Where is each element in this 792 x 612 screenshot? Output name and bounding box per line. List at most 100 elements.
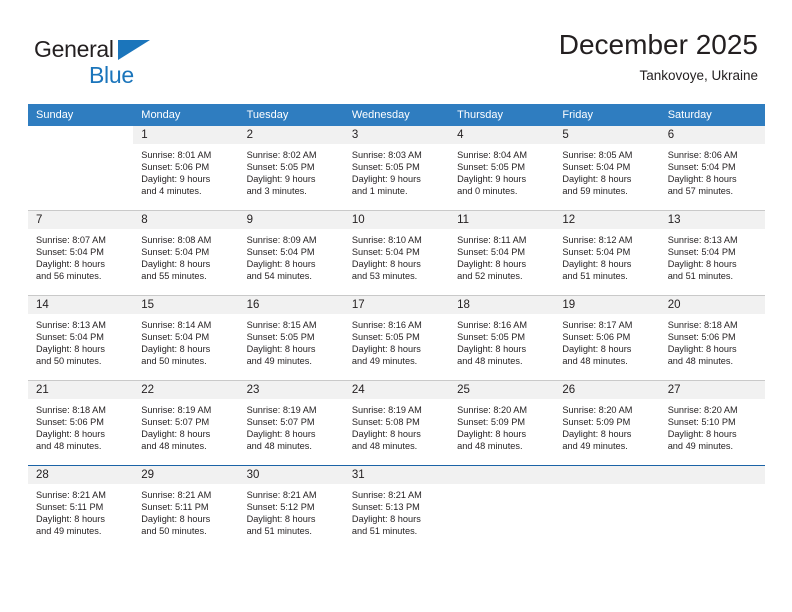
day-number (659, 466, 765, 484)
sun-times-line: Sunrise: 8:16 AM (457, 320, 528, 330)
calendar-day-cell[interactable]: 31 Sunrise: 8:21 AM Sunset: 5:13 PM Dayligh… (343, 465, 450, 550)
sun-times-line: Sunset: 5:13 PM (351, 502, 420, 513)
sun-times-line: Sunrise: 8:18 AM (36, 405, 106, 415)
calendar-day-cell[interactable]: 27 Sunrise: 8:20 AM Sunset: 5:10 PM Dayligh… (659, 380, 765, 466)
calendar-body: 1 Sunrise: 8:01 AM Sunset: 5:06 PM Daylight… (28, 126, 765, 550)
sun-times-line: and 57 minutes. (667, 186, 734, 197)
sun-times-block: Sunrise: 8:04 AM Sunset: 5:05 PM Daylight:… (449, 144, 554, 197)
calendar-day-cell[interactable]: 6 Sunrise: 8:06 AM Sunset: 5:04 PM Daylight… (659, 126, 765, 211)
sun-times-line: and 48 minutes. (351, 441, 418, 452)
day-number: 24 (343, 381, 450, 399)
calendar-day-cell[interactable]: 22 Sunrise: 8:19 AM Sunset: 5:07 PM Dayligh… (133, 380, 239, 466)
sun-times-line: Sunrise: 8:16 AM (351, 320, 422, 330)
sun-times-line: Sunrise: 8:04 AM (457, 150, 528, 160)
sun-times-line: Sunrise: 8:12 AM (562, 235, 633, 245)
location-subtitle: Tankovoye, Ukraine (639, 68, 758, 83)
sun-times-line: and 48 minutes. (562, 356, 628, 367)
sun-times-line: Daylight: 9 hours (246, 174, 316, 185)
sun-times-line: Sunset: 5:05 PM (246, 332, 315, 343)
weekday-header-friday: Friday (554, 104, 660, 126)
weekday-header-saturday: Saturday (659, 104, 765, 126)
calendar-day-cell[interactable]: 28 Sunrise: 8:21 AM Sunset: 5:11 PM Dayligh… (28, 465, 134, 550)
sun-times-line: and 48 minutes. (36, 441, 102, 452)
general-blue-logo[interactable]: General Blue (34, 36, 224, 94)
day-number: 16 (238, 296, 344, 314)
calendar-day-cell[interactable]: 9 Sunrise: 8:09 AM Sunset: 5:04 PM Daylight… (238, 210, 344, 296)
sun-times-line: Sunset: 5:06 PM (36, 417, 104, 428)
sun-times-line: Sunrise: 8:19 AM (246, 405, 317, 415)
calendar-day-cell[interactable]: 18 Sunrise: 8:16 AM Sunset: 5:05 PM Dayligh… (449, 295, 555, 381)
sun-times-block: Sunrise: 8:20 AM Sunset: 5:09 PM Daylight:… (449, 399, 554, 452)
calendar-week-row: 14 Sunrise: 8:13 AM Sunset: 5:04 PM Dayligh… (28, 295, 765, 381)
sun-times-line: Sunrise: 8:17 AM (562, 320, 633, 330)
sun-times-line: Sunset: 5:08 PM (351, 417, 420, 428)
sun-times-line: Sunrise: 8:21 AM (36, 490, 106, 500)
calendar-day-cell[interactable]: 1 Sunrise: 8:01 AM Sunset: 5:06 PM Daylight… (133, 126, 239, 211)
sun-times-line: Sunset: 5:06 PM (141, 162, 210, 173)
calendar-day-cell[interactable]: 15 Sunrise: 8:14 AM Sunset: 5:04 PM Dayligh… (133, 295, 239, 381)
sun-times-line: Sunset: 5:05 PM (351, 162, 420, 173)
sun-times-line: Sunrise: 8:03 AM (351, 150, 422, 160)
sun-times-line: Sunset: 5:04 PM (141, 247, 210, 258)
day-number: 21 (28, 381, 134, 399)
sun-times-line: Sunset: 5:12 PM (246, 502, 315, 513)
calendar-day-cell[interactable]: 12 Sunrise: 8:12 AM Sunset: 5:04 PM Dayligh… (554, 210, 660, 296)
sun-times-line: Sunset: 5:07 PM (141, 417, 210, 428)
sun-times-line: Daylight: 8 hours (351, 514, 421, 525)
sun-times-line: Sunrise: 8:13 AM (36, 320, 106, 330)
calendar-day-cell[interactable]: 25 Sunrise: 8:20 AM Sunset: 5:09 PM Dayligh… (449, 380, 555, 466)
calendar-day-cell[interactable]: 24 Sunrise: 8:19 AM Sunset: 5:08 PM Dayligh… (343, 380, 450, 466)
sun-times-block: Sunrise: 8:20 AM Sunset: 5:10 PM Daylight:… (660, 399, 765, 452)
sun-times-block: Sunrise: 8:01 AM Sunset: 5:06 PM Daylight:… (133, 144, 238, 197)
calendar-day-cell[interactable]: 7 Sunrise: 8:07 AM Sunset: 5:04 PM Daylight… (28, 210, 134, 296)
day-number: 7 (28, 211, 134, 229)
sun-times-block: Sunrise: 8:13 AM Sunset: 5:04 PM Daylight:… (660, 229, 765, 282)
day-number (449, 466, 555, 484)
calendar-day-cell[interactable]: 13 Sunrise: 8:13 AM Sunset: 5:04 PM Dayligh… (659, 210, 765, 296)
sun-times-block: Sunrise: 8:21 AM Sunset: 5:11 PM Daylight:… (28, 484, 133, 537)
sun-times-block: Sunrise: 8:21 AM Sunset: 5:12 PM Daylight:… (239, 484, 344, 537)
calendar-day-cell[interactable]: 20 Sunrise: 8:18 AM Sunset: 5:06 PM Dayligh… (659, 295, 765, 381)
day-number (554, 466, 660, 484)
day-number: 3 (343, 126, 450, 144)
calendar-day-cell[interactable]: 21 Sunrise: 8:18 AM Sunset: 5:06 PM Dayligh… (28, 380, 134, 466)
sun-times-line: Daylight: 8 hours (562, 429, 632, 440)
page-title: December 2025 (558, 29, 758, 60)
calendar-day-cell[interactable]: 3 Sunrise: 8:03 AM Sunset: 5:05 PM Daylight… (343, 126, 450, 211)
calendar-day-cell[interactable]: 16 Sunrise: 8:15 AM Sunset: 5:05 PM Dayligh… (238, 295, 344, 381)
weekday-header-thursday: Thursday (449, 104, 555, 126)
sun-times-line: and 56 minutes. (36, 271, 102, 282)
sun-times-line: and 50 minutes. (36, 356, 102, 367)
sun-times-line: Sunset: 5:05 PM (457, 162, 526, 173)
sun-times-line: Daylight: 8 hours (457, 429, 527, 440)
calendar-day-cell[interactable]: 8 Sunrise: 8:08 AM Sunset: 5:04 PM Daylight… (133, 210, 239, 296)
day-number: 30 (238, 466, 344, 484)
sun-times-block: Sunrise: 8:18 AM Sunset: 5:06 PM Daylight:… (28, 399, 133, 452)
sun-times-line: Sunset: 5:04 PM (351, 247, 420, 258)
calendar-day-cell[interactable]: 4 Sunrise: 8:04 AM Sunset: 5:05 PM Daylight… (449, 126, 555, 211)
day-number: 11 (449, 211, 555, 229)
day-number: 29 (133, 466, 239, 484)
calendar-day-cell[interactable]: 2 Sunrise: 8:02 AM Sunset: 5:05 PM Daylight… (238, 126, 344, 211)
calendar-day-cell[interactable]: 17 Sunrise: 8:16 AM Sunset: 5:05 PM Dayligh… (343, 295, 450, 381)
calendar-grid: Sunday Monday Tuesday Wednesday Thursday… (28, 104, 765, 550)
calendar-day-cell[interactable]: 30 Sunrise: 8:21 AM Sunset: 5:12 PM Dayligh… (238, 465, 344, 550)
sun-times-line: Daylight: 8 hours (351, 259, 421, 270)
sun-times-block: Sunrise: 8:14 AM Sunset: 5:04 PM Daylight:… (133, 314, 238, 367)
calendar-day-cell[interactable]: 10 Sunrise: 8:10 AM Sunset: 5:04 PM Dayligh… (343, 210, 450, 296)
sun-times-line: Sunset: 5:06 PM (667, 332, 736, 343)
sun-times-block: Sunrise: 8:16 AM Sunset: 5:05 PM Daylight:… (344, 314, 449, 367)
sun-times-line: and 50 minutes. (141, 356, 207, 367)
sun-times-line: Sunset: 5:04 PM (667, 162, 736, 173)
calendar-day-cell[interactable]: 29 Sunrise: 8:21 AM Sunset: 5:11 PM Dayligh… (133, 465, 239, 550)
calendar-day-cell[interactable]: 26 Sunrise: 8:20 AM Sunset: 5:09 PM Dayligh… (554, 380, 660, 466)
calendar-day-cell[interactable]: 23 Sunrise: 8:19 AM Sunset: 5:07 PM Dayligh… (238, 380, 344, 466)
day-number: 8 (133, 211, 239, 229)
sun-times-block: Sunrise: 8:21 AM Sunset: 5:13 PM Daylight:… (344, 484, 449, 537)
calendar-day-cell[interactable]: 19 Sunrise: 8:17 AM Sunset: 5:06 PM Dayligh… (554, 295, 660, 381)
sun-times-line: Sunset: 5:04 PM (562, 247, 631, 258)
calendar-day-cell[interactable]: 14 Sunrise: 8:13 AM Sunset: 5:04 PM Dayligh… (28, 295, 134, 381)
calendar-day-cell[interactable]: 5 Sunrise: 8:05 AM Sunset: 5:04 PM Daylight… (554, 126, 660, 211)
calendar-day-cell[interactable]: 11 Sunrise: 8:11 AM Sunset: 5:04 PM Dayligh… (449, 210, 555, 296)
sun-times-block (449, 484, 554, 489)
